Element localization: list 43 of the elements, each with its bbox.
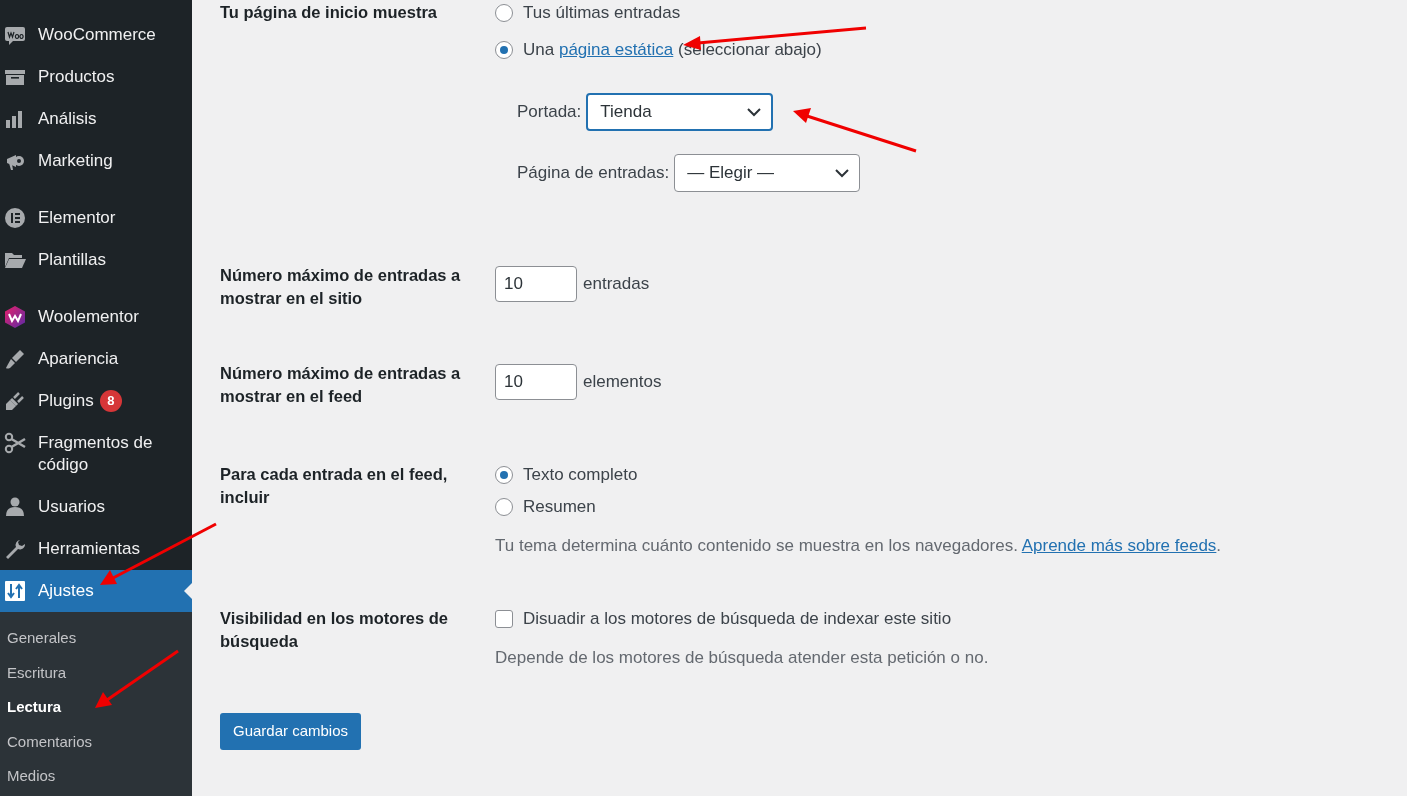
submenu-item[interactable]: Lectura (0, 690, 192, 725)
sidebar-item[interactable]: Ajustes (0, 570, 192, 612)
sidebar-item[interactable]: Productos (0, 56, 192, 98)
number-field[interactable]: 10 (495, 364, 577, 400)
description-text: Tu tema determina cuánto contenido se muestra en los navegadores. Aprende más sobre feeds. (495, 535, 1222, 557)
field-label: Página de entradas: (517, 162, 670, 185)
sidebar-item[interactable]: Marketing (0, 140, 192, 182)
field-label: Portada: (517, 101, 582, 124)
dropdown[interactable]: Tienda (586, 93, 774, 131)
option-label: Una página estática (seleccionar abajo) (523, 39, 822, 62)
sidebar-item[interactable]: Herramientas (0, 528, 192, 570)
option-label: Texto completo (523, 464, 638, 487)
unit-label: elementos (583, 371, 662, 394)
option-label: Resumen (523, 496, 596, 519)
dropdown[interactable]: — Elegir — (674, 154, 861, 192)
setting-label: Visibilidad en los motores de búsqueda (220, 607, 449, 652)
submenu-item[interactable]: Generales (0, 621, 192, 656)
sidebar-item[interactable]: Elementor (0, 197, 192, 239)
submenu-item[interactable]: Medios (0, 759, 192, 794)
save-button[interactable]: Guardar cambios (220, 713, 362, 750)
menu-label: Plugins (38, 390, 94, 412)
link[interactable]: Aprende más sobre feeds (1021, 536, 1217, 555)
setting-label: Para cada entrada en el feed, incluir (220, 464, 449, 508)
submenu-item[interactable]: Comentarios (0, 724, 192, 759)
link[interactable]: página estática (558, 40, 674, 60)
submenu-item[interactable]: Escritura (0, 655, 192, 690)
setting-label: Tu página de inicio muestra (220, 2, 438, 23)
sidebar-item[interactable]: Análisis (0, 98, 192, 140)
description-text: Depende de los motores de búsqueda atender esta petición o no. (495, 646, 989, 669)
number-field[interactable]: 10 (495, 266, 577, 302)
sidebar-item[interactable]: Apariencia (0, 338, 192, 380)
option-label: Disuadir a los motores de búsqueda de indexar este sitio (523, 607, 952, 630)
setting-label: Número máximo de entradas a mostrar en el sitio (220, 265, 462, 309)
sidebar-item[interactable]: Woolementor (0, 296, 192, 338)
unit-label: entradas (583, 273, 650, 296)
sidebar-item[interactable]: WooCommerce (0, 14, 192, 56)
sidebar-item[interactable]: Usuarios (0, 486, 192, 528)
option-label: Tus últimas entradas (523, 2, 681, 25)
sidebar-item[interactable]: Plugins 8 (0, 380, 192, 422)
sidebar-item[interactable]: Fragmentos de código (0, 422, 192, 486)
update-count-badge: 8 (99, 390, 122, 412)
setting-label: Número máximo de entradas a mostrar en el feed (220, 363, 462, 407)
sidebar-item[interactable]: Plantillas (0, 239, 192, 281)
